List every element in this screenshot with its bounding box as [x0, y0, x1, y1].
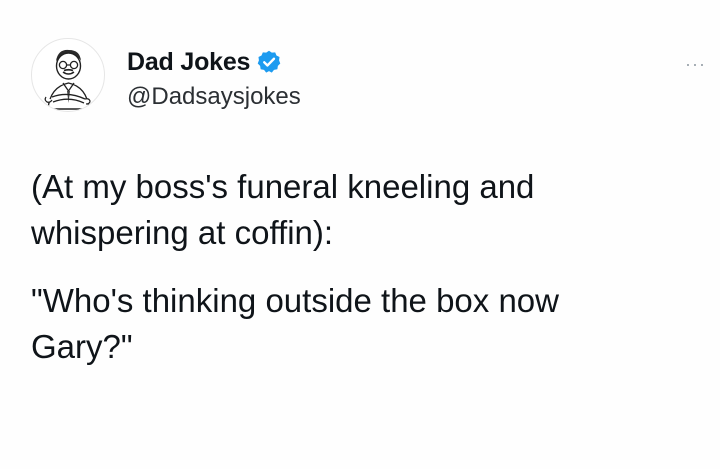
- cartoon-man-avatar-icon: [44, 49, 91, 110]
- display-name[interactable]: Dad Jokes: [127, 48, 250, 77]
- tweet-card: Dad Jokes @Dadsaysjokes ··· (At my boss'…: [0, 0, 720, 469]
- author-name-row[interactable]: Dad Jokes: [127, 46, 282, 78]
- tweet-text-paragraph-1: (At my boss's funeral kneeling and whisp…: [31, 168, 535, 251]
- tweet-text-paragraph-2: "Who's thinking outside the box now Gary…: [31, 282, 559, 365]
- avatar[interactable]: [31, 38, 105, 112]
- verified-badge-icon: [256, 49, 282, 75]
- more-options-icon[interactable]: ···: [685, 54, 706, 75]
- user-handle[interactable]: @Dadsaysjokes: [127, 83, 301, 111]
